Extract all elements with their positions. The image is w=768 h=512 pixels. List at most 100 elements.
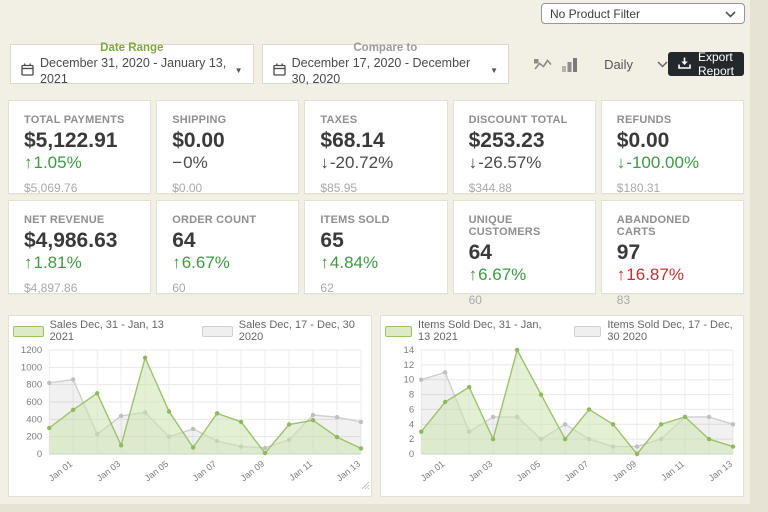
kpi-label: SHIPPING bbox=[172, 114, 283, 126]
legend-item[interactable]: Sales Dec, 17 - Dec, 30 2020 bbox=[202, 319, 367, 343]
items-sold-chart-plot: 02468101214Jan 01Jan 03Jan 05Jan 07Jan 0… bbox=[385, 342, 739, 497]
kpi-value: $4,986.63 bbox=[24, 230, 135, 252]
caret-down-icon: ▼ bbox=[235, 63, 243, 79]
interval-select[interactable]: Daily bbox=[604, 55, 668, 73]
kpi-delta: ↑1.05% bbox=[24, 153, 135, 172]
kpi-delta: ↑6.67% bbox=[469, 265, 580, 284]
trend-arrow-icon: ↑ bbox=[320, 253, 329, 272]
trend-arrow-icon: ↑ bbox=[469, 265, 478, 284]
legend-swatch-icon bbox=[202, 326, 233, 337]
kpi-delta: ↓-26.57% bbox=[469, 153, 580, 172]
legend-item[interactable]: Sales Dec, 31 - Jan, 13 2021 bbox=[13, 319, 176, 343]
kpi-value: $253.23 bbox=[469, 130, 580, 152]
legend-item[interactable]: Items Sold Dec, 31 - Jan, 13 2021 bbox=[385, 319, 548, 343]
compare-range-picker[interactable]: Compare to December 17, 2020 - December … bbox=[262, 44, 509, 84]
calendar-icon bbox=[273, 63, 286, 80]
chevron-down-icon bbox=[657, 55, 668, 73]
sales-chart-plot: 020040060080010001200Jan 01Jan 03Jan 05J… bbox=[13, 342, 367, 497]
svg-text:Jan 05: Jan 05 bbox=[515, 459, 543, 483]
kpi-label: NET REVENUE bbox=[24, 214, 135, 226]
svg-text:Jan 01: Jan 01 bbox=[419, 459, 447, 483]
legend-label: Items Sold Dec, 31 - Jan, 13 2021 bbox=[418, 319, 548, 343]
compare-to-value: December 17, 2020 - December 30, 2020 bbox=[292, 55, 485, 87]
date-range-picker[interactable]: Date Range December 31, 2020 - January 1… bbox=[10, 44, 254, 84]
svg-text:Jan 03: Jan 03 bbox=[467, 459, 495, 483]
trend-arrow-icon: ↓ bbox=[617, 153, 626, 172]
trend-arrow-icon: ↑ bbox=[24, 253, 33, 272]
svg-text:Jan 01: Jan 01 bbox=[47, 459, 75, 483]
sales-chart-legend: Sales Dec, 31 - Jan, 13 2021 Sales Dec, 1… bbox=[13, 322, 367, 340]
kpi-delta: ↓-100.00% bbox=[617, 153, 728, 172]
legend-swatch-icon bbox=[385, 326, 412, 337]
kpi-previous-value: $344.88 bbox=[469, 181, 580, 195]
kpi-value: $0.00 bbox=[172, 130, 283, 152]
kpi-card-discount-total: DISCOUNT TOTAL$253.23↓-26.57%$344.88 bbox=[453, 100, 596, 194]
kpi-label: TAXES bbox=[320, 114, 431, 126]
interval-value: Daily bbox=[604, 57, 633, 72]
svg-text:400: 400 bbox=[26, 414, 42, 425]
svg-text:4: 4 bbox=[409, 419, 415, 430]
kpi-value: 64 bbox=[172, 230, 283, 252]
kpi-card-taxes: TAXES $68.14↓-20.72% $85.95 bbox=[304, 100, 447, 194]
trend-arrow-icon: ↑ bbox=[617, 265, 626, 284]
kpi-delta: ↑16.87% bbox=[617, 265, 728, 284]
svg-text:Jan 13: Jan 13 bbox=[335, 459, 363, 483]
svg-text:12: 12 bbox=[404, 360, 415, 371]
svg-text:Jan 07: Jan 07 bbox=[191, 459, 219, 483]
bar-chart-icon[interactable] bbox=[561, 57, 578, 72]
compare-to-label: Compare to bbox=[353, 41, 417, 55]
svg-text:2: 2 bbox=[409, 434, 414, 445]
kpi-card-total-payments: TOTAL PAYMENTS$5,122.91↑1.05%$5,069.76 bbox=[8, 100, 151, 194]
trend-arrow-icon: ↑ bbox=[24, 153, 33, 172]
trend-arrow-icon: − bbox=[172, 153, 182, 172]
svg-text:10: 10 bbox=[404, 375, 415, 386]
kpi-previous-value: 62 bbox=[320, 281, 431, 295]
kpi-label: ITEMS SOLD bbox=[320, 214, 431, 226]
chart-svg: 020040060080010001200Jan 01Jan 03Jan 05J… bbox=[13, 342, 367, 492]
kpi-previous-value: $85.95 bbox=[320, 181, 431, 195]
charts-row: Sales Dec, 31 - Jan, 13 2021 Sales Dec, 1… bbox=[8, 315, 744, 497]
kpi-value: 65 bbox=[320, 230, 431, 252]
kpi-value: 64 bbox=[469, 242, 580, 264]
date-range-value: December 31, 2020 - January 13, 2021 bbox=[40, 55, 229, 87]
kpi-previous-value: 60 bbox=[172, 281, 283, 295]
svg-text:Jan 13: Jan 13 bbox=[707, 459, 735, 483]
svg-text:200: 200 bbox=[26, 432, 42, 443]
kpi-card-refunds: REFUNDS$0.00↓-100.00%$180.31 bbox=[601, 100, 744, 194]
product-filter-select[interactable]: No Product Filter bbox=[541, 3, 745, 24]
kpi-previous-value: $180.31 bbox=[617, 181, 728, 195]
svg-text:Jan 05: Jan 05 bbox=[143, 459, 171, 483]
legend-item[interactable]: Items Sold Dec, 17 - Dec, 30 2020 bbox=[574, 319, 739, 343]
kpi-card-shipping: SHIPPING$0.00−0%$0.00 bbox=[156, 100, 299, 194]
svg-text:Jan 09: Jan 09 bbox=[239, 459, 267, 483]
kpi-previous-value: $4,897.86 bbox=[24, 281, 135, 295]
resize-grip-icon[interactable] bbox=[361, 477, 370, 495]
kpi-card-items-sold: ITEMS SOLD65↑4.84%62 bbox=[304, 200, 447, 294]
legend-label: Items Sold Dec, 17 - Dec, 30 2020 bbox=[607, 319, 739, 343]
kpi-previous-value: 60 bbox=[469, 293, 580, 307]
chevron-down-icon bbox=[725, 5, 736, 23]
svg-text:1200: 1200 bbox=[21, 345, 42, 356]
kpi-label: UNIQUE CUSTOMERS bbox=[469, 214, 580, 238]
kpi-value: $5,122.91 bbox=[24, 130, 135, 152]
export-report-button[interactable]: Export Report bbox=[668, 52, 744, 76]
trend-arrow-icon: ↓ bbox=[320, 153, 329, 172]
svg-text:Jan 11: Jan 11 bbox=[659, 459, 686, 483]
kpi-delta: ↓-20.72% bbox=[320, 153, 431, 172]
kpi-label: REFUNDS bbox=[617, 114, 728, 126]
kpi-grid: TOTAL PAYMENTS$5,122.91↑1.05%$5,069.76 SH… bbox=[8, 100, 744, 294]
kpi-delta: ↑1.81% bbox=[24, 253, 135, 272]
svg-text:600: 600 bbox=[26, 397, 42, 408]
caret-down-icon: ▼ bbox=[490, 63, 498, 79]
legend-label: Sales Dec, 31 - Jan, 13 2021 bbox=[50, 319, 177, 343]
legend-swatch-icon bbox=[13, 326, 44, 337]
kpi-card-abandoned-carts: ABANDONED CARTS97↑16.87%83 bbox=[601, 200, 744, 294]
kpi-value: $68.14 bbox=[320, 130, 431, 152]
controls-row: Date Range December 31, 2020 - January 1… bbox=[10, 44, 744, 84]
items-sold-chart-panel: Items Sold Dec, 31 - Jan, 13 2021 Items S… bbox=[380, 315, 744, 497]
line-chart-icon[interactable] bbox=[533, 56, 552, 72]
svg-text:14: 14 bbox=[404, 345, 415, 356]
legend-swatch-icon bbox=[574, 326, 601, 337]
trend-arrow-icon: ↓ bbox=[469, 153, 478, 172]
trend-arrow-icon: ↑ bbox=[172, 253, 181, 272]
